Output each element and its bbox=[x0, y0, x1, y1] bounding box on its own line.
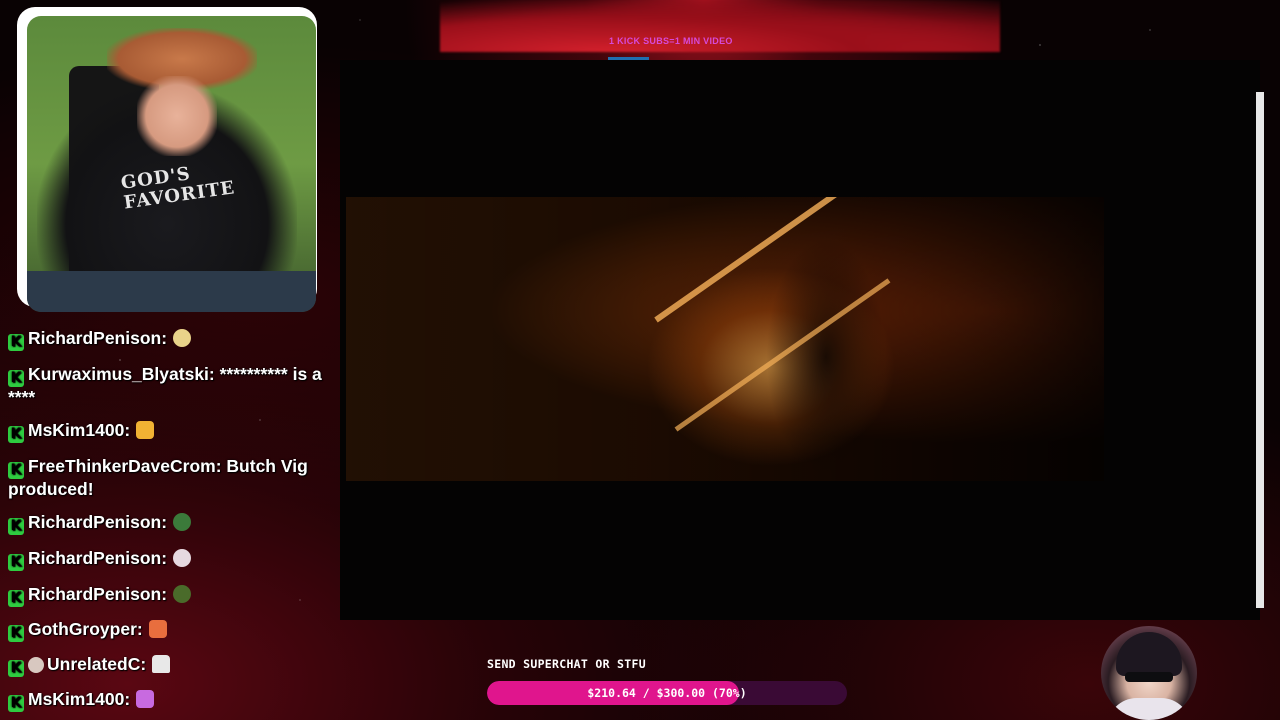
emote-icon bbox=[173, 549, 192, 567]
emote-icon bbox=[148, 620, 167, 638]
avatar-hair bbox=[1116, 632, 1182, 676]
chat-message: K Kurwaximus_Blyatski: ********** is a **… bbox=[8, 364, 322, 407]
kick-icon: K bbox=[8, 462, 24, 479]
emote-icon bbox=[136, 421, 155, 439]
goal-progress-bar: $210.64 / $300.00 (70%) bbox=[487, 681, 847, 705]
emote-icon bbox=[136, 690, 155, 708]
chat-message: K RichardPenison: bbox=[8, 584, 326, 607]
chat-message: K UnrelatedC: bbox=[8, 654, 326, 677]
kick-icon: K bbox=[8, 518, 24, 535]
avatar-icon bbox=[28, 657, 44, 673]
video-figure bbox=[766, 237, 886, 477]
chat-username: RichardPenison bbox=[28, 548, 162, 568]
streamer-avatar bbox=[1101, 626, 1197, 720]
video-player[interactable] bbox=[346, 197, 1104, 481]
goal-progress-text: $210.64 / $300.00 (70%) bbox=[587, 686, 747, 700]
chat-message: K GothGroyper: bbox=[8, 619, 326, 642]
emote-icon bbox=[173, 329, 192, 347]
kick-icon: K bbox=[8, 695, 24, 712]
emote-icon bbox=[173, 585, 192, 603]
chat-message: K RichardPenison: bbox=[8, 328, 326, 351]
kick-icon: K bbox=[8, 590, 24, 607]
webcam-face bbox=[137, 76, 217, 156]
chat-username: RichardPenison bbox=[28, 512, 162, 532]
avatar-glasses bbox=[1125, 672, 1173, 682]
webcam-feed: GOD'S FAVORITE bbox=[27, 16, 316, 312]
kick-icon: K bbox=[8, 334, 24, 351]
kick-icon: K bbox=[8, 370, 24, 387]
kick-icon: K bbox=[8, 426, 24, 443]
chat-username: Kurwaximus_Blyatski bbox=[28, 364, 209, 384]
banner-text: 1 KICK SUBS=1 MIN VIDEO bbox=[609, 36, 733, 46]
scrollbar[interactable] bbox=[1256, 92, 1264, 608]
chat-message: K RichardPenison: bbox=[8, 548, 326, 571]
emote-icon bbox=[152, 655, 171, 673]
chat-username: UnrelatedC bbox=[47, 654, 141, 674]
chat-username: RichardPenison bbox=[28, 328, 162, 348]
chat-username: GothGroyper bbox=[28, 619, 137, 639]
webcam-frame: GOD'S FAVORITE bbox=[17, 7, 317, 312]
chat-message: K RichardPenison: bbox=[8, 512, 326, 535]
chat-username: MsKim1400 bbox=[28, 689, 125, 709]
chat-username: MsKim1400 bbox=[28, 420, 125, 440]
kick-icon: K bbox=[8, 554, 24, 571]
avatar-shirt bbox=[1107, 698, 1191, 720]
chat-message: K MsKim1400: bbox=[8, 689, 326, 712]
chat-username: FreeThinkerDaveCrom bbox=[28, 456, 216, 476]
chat-message: K MsKim1400: bbox=[8, 420, 326, 443]
webcam-desk bbox=[27, 271, 316, 312]
goal-label: SEND SUPERCHAT OR STFU bbox=[487, 657, 646, 671]
kick-icon: K bbox=[8, 625, 24, 642]
kick-icon: K bbox=[8, 660, 24, 677]
chat-message: K FreeThinkerDaveCrom: Butch Vig produced… bbox=[8, 456, 308, 499]
emote-icon bbox=[173, 513, 192, 531]
chat-username: RichardPenison bbox=[28, 584, 162, 604]
